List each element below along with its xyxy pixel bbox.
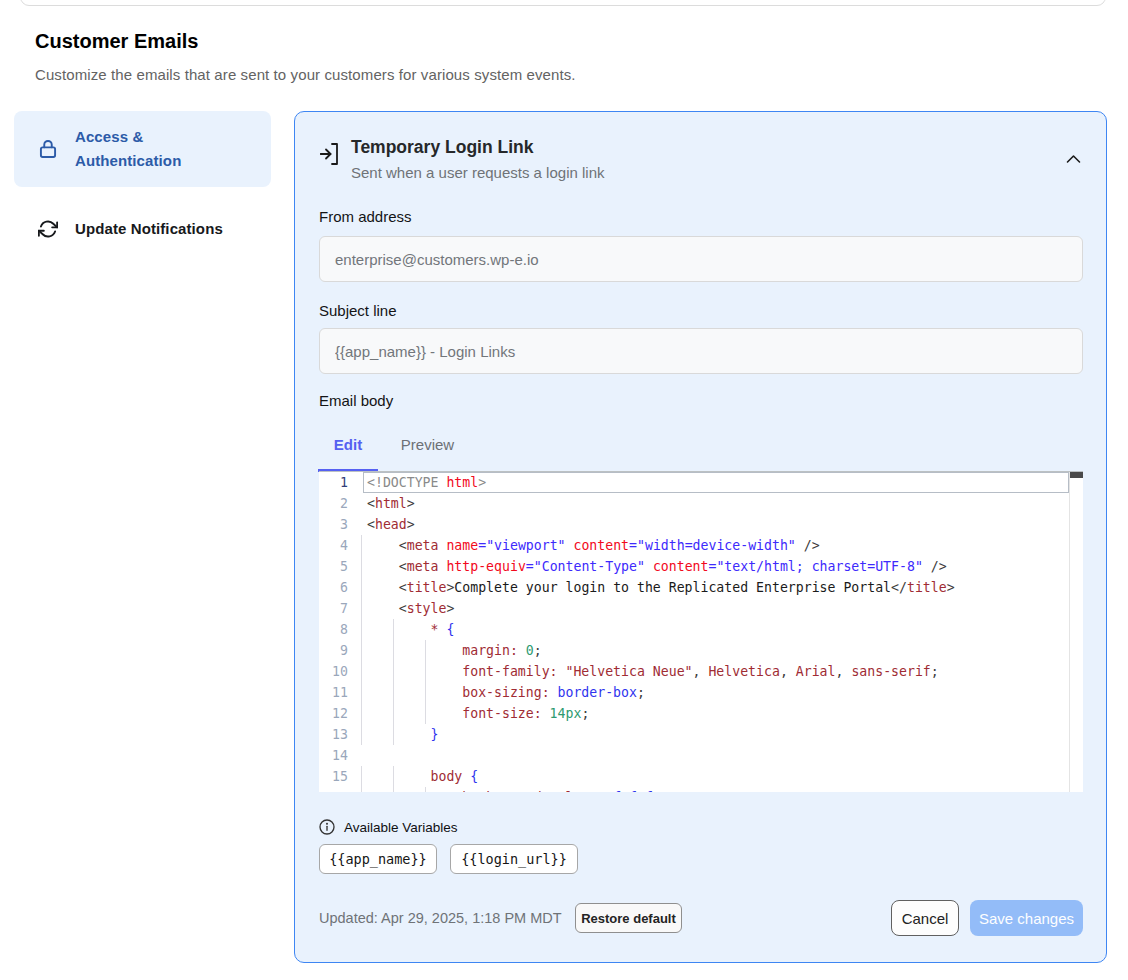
tab-preview[interactable]: Preview [390,431,465,472]
editor-scrollbar[interactable] [1069,472,1083,792]
sidebar-item-label: Access &Authentication [75,125,181,173]
previous-card-bottom-edge [20,0,1106,6]
code-line-2: <html> [363,493,1069,514]
sidebar-item-label: Update Notifications [75,217,223,241]
code-line-7: <style> [363,598,1069,619]
available-variables-label: Available Variables [344,820,458,835]
save-changes-button[interactable]: Save changes [970,900,1083,936]
code-line-6: <title>Complete your login to the Replic… [363,577,1069,598]
refresh-icon [38,219,58,239]
email-settings-card: Temporary Login Link Sent when a user re… [294,111,1107,963]
from-address-input[interactable] [319,236,1083,282]
sidebar-item-update-notifications[interactable]: Update Notifications [14,205,271,253]
code-line-5: <meta http-equiv="Content-Type" content=… [363,556,1069,577]
page-title: Customer Emails [35,30,198,53]
code-line-9: margin: 0; [363,640,1069,661]
restore-default-button[interactable]: Restore default [575,903,682,933]
panel-subtitle: Sent when a user requests a login link [351,164,604,181]
subject-line-label: Subject line [319,302,397,319]
info-icon [319,819,335,835]
code-line-16: background-color: #f0f0f0; [363,787,1069,792]
editor-scrollbar-thumb[interactable] [1070,472,1083,478]
code-line-3: <head> [363,514,1069,535]
variable-chip-login-url[interactable]: {{login_url}} [450,844,578,874]
tab-edit[interactable]: Edit [318,431,378,472]
lock-icon [38,139,58,159]
code-line-8: * { [363,619,1069,640]
email-body-label: Email body [319,392,393,409]
from-address-label: From address [319,208,412,225]
cancel-button[interactable]: Cancel [891,900,959,936]
page-subtitle: Customize the emails that are sent to yo… [35,66,576,83]
editor-code[interactable]: <!DOCTYPE html><html><head><meta name="v… [363,472,1069,792]
code-line-4: <meta name="viewport" content="width=dev… [363,535,1069,556]
panel-title: Temporary Login Link [351,137,533,158]
code-line-10: font-family: "Helvetica Neue", Helvetica… [363,661,1069,682]
code-line-15: body { [363,766,1069,787]
code-line-12: font-size: 14px; [363,703,1069,724]
subject-line-input[interactable] [319,328,1083,374]
variable-chip-app-name[interactable]: {{app_name}} [319,844,437,874]
code-line-14 [363,745,1069,766]
available-variables-row: Available Variables [319,819,458,835]
code-line-13: } [363,724,1069,745]
code-line-11: box-sizing: border-box; [363,682,1069,703]
updated-timestamp: Updated: Apr 29, 2025, 1:18 PM MDT [319,910,562,926]
code-line-1: <!DOCTYPE html> [363,472,1069,493]
code-editor[interactable]: 12345678910111213141516 <!DOCTYPE html><… [319,471,1083,792]
collapse-chevron-icon[interactable] [1066,154,1081,164]
login-icon [320,143,339,165]
sidebar-item-access-authentication[interactable]: Access &Authentication [14,111,271,187]
editor-line-numbers: 12345678910111213141516 [319,472,363,792]
